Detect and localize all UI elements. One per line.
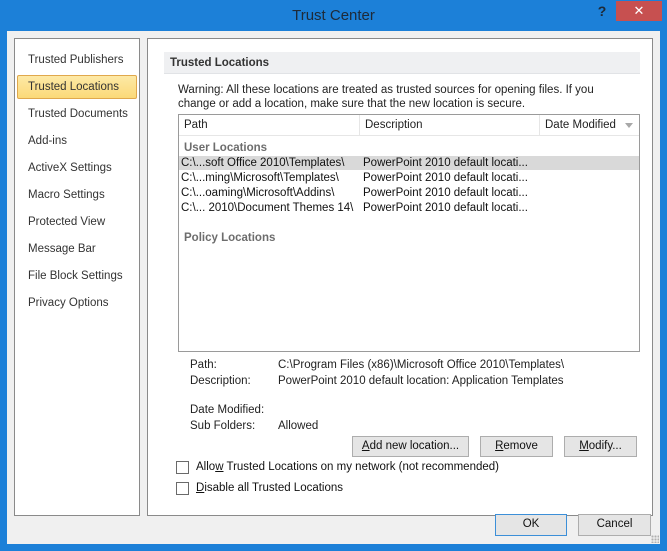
list-row[interactable]: C:\... 2010\Document Themes 14\ PowerPoi… [179, 201, 639, 215]
sidebar-item-protected-view[interactable]: Protected View [17, 210, 137, 234]
row-path: C:\...oaming\Microsoft\Addins\ [181, 187, 335, 199]
title-bar[interactable]: Trust Center ? ✕ [0, 0, 667, 31]
checkbox-box[interactable] [176, 461, 189, 474]
modify-button[interactable]: Modify... [564, 436, 637, 457]
detail-subfolders-label: Sub Folders: [190, 420, 256, 432]
sidebar-nav: Trusted Publishers Trusted Locations Tru… [14, 38, 140, 516]
detail-subfolders-value: Allowed [278, 420, 319, 432]
add-label: dd new location... [369, 440, 460, 452]
allow-network-label: Allow Trusted Locations on my network (n… [196, 460, 499, 475]
column-header-date-modified[interactable]: Date Modified [540, 115, 639, 136]
group-policy-locations: Policy Locations [184, 232, 276, 244]
warning-text: Warning: All these locations are treated… [178, 83, 648, 111]
label-part: Allo [196, 461, 216, 473]
close-button[interactable]: ✕ [616, 1, 662, 21]
cancel-button[interactable]: Cancel [578, 514, 651, 536]
column-header-description[interactable]: Description [360, 115, 540, 136]
warning-line-1: Warning: All these locations are treated… [178, 84, 594, 96]
sidebar-item-message-bar[interactable]: Message Bar [17, 237, 137, 261]
sidebar-item-activex-settings[interactable]: ActiveX Settings [17, 156, 137, 180]
row-path: C:\...ming\Microsoft\Templates\ [181, 172, 339, 184]
remove-label: emove [503, 440, 538, 452]
group-user-locations: User Locations [184, 142, 268, 154]
row-path: C:\... 2010\Document Themes 14\ [181, 202, 354, 214]
detail-path-label: Path: [190, 359, 217, 371]
row-description: PowerPoint 2010 default locati... [363, 187, 528, 199]
window-title: Trust Center [292, 7, 375, 24]
row-description: PowerPoint 2010 default locati... [363, 157, 528, 169]
row-description: PowerPoint 2010 default locati... [363, 172, 528, 184]
row-description: PowerPoint 2010 default locati... [363, 202, 528, 214]
sidebar-item-trusted-publishers[interactable]: Trusted Publishers [17, 48, 137, 72]
sidebar-item-trusted-documents[interactable]: Trusted Documents [17, 102, 137, 126]
trust-center-dialog: Trust Center ? ✕ Trusted Publishers Trus… [0, 0, 667, 551]
checkbox-box[interactable] [176, 482, 189, 495]
close-icon: ✕ [633, 3, 645, 18]
detail-date-modified-label: Date Modified: [190, 404, 265, 416]
ok-button[interactable]: OK [495, 514, 567, 536]
detail-path-value: C:\Program Files (x86)\Microsoft Office … [278, 359, 565, 371]
label-part: Trusted Locations on my network (not rec… [223, 461, 499, 473]
modify-mnemonic: M [579, 440, 589, 452]
warning-line-2: change or add a location, make sure that… [178, 98, 526, 110]
add-new-location-button[interactable]: Add new location... [352, 436, 469, 457]
help-button[interactable]: ? [595, 3, 609, 23]
sort-descending-icon [625, 123, 633, 128]
sidebar-item-file-block-settings[interactable]: File Block Settings [17, 264, 137, 288]
detail-description-label: Description: [190, 375, 251, 387]
list-header: Path Description Date Modified [179, 115, 639, 136]
row-path: C:\...soft Office 2010\Templates\ [181, 157, 345, 169]
remove-button[interactable]: Remove [480, 436, 553, 457]
list-row[interactable]: C:\...soft Office 2010\Templates\ PowerP… [179, 156, 639, 170]
dialog-body: Trusted Publishers Trusted Locations Tru… [7, 31, 660, 544]
column-header-path[interactable]: Path [179, 115, 360, 136]
locations-list[interactable]: Path Description Date Modified User Loca… [178, 114, 640, 352]
label-part: isable all Trusted Locations [204, 482, 344, 494]
list-row[interactable]: C:\...ming\Microsoft\Templates\ PowerPoi… [179, 171, 639, 185]
resize-grip-icon[interactable] [651, 535, 659, 543]
modify-label: odify... [588, 440, 622, 452]
sidebar-item-trusted-locations[interactable]: Trusted Locations [17, 75, 137, 99]
list-row[interactable]: C:\...oaming\Microsoft\Addins\ PowerPoin… [179, 186, 639, 200]
content-panel: Trusted Locations Warning: All these loc… [147, 38, 653, 516]
sidebar-item-macro-settings[interactable]: Macro Settings [17, 183, 137, 207]
sidebar-item-privacy-options[interactable]: Privacy Options [17, 291, 137, 315]
disable-all-label: Disable all Trusted Locations [196, 481, 343, 496]
column-header-date-modified-label: Date Modified [545, 119, 616, 131]
detail-description-value: PowerPoint 2010 default location: Applic… [278, 375, 564, 387]
add-mnemonic: A [361, 440, 370, 452]
label-mnemonic: w [215, 461, 224, 473]
sidebar-item-add-ins[interactable]: Add-ins [17, 129, 137, 153]
section-title: Trusted Locations [164, 52, 640, 74]
